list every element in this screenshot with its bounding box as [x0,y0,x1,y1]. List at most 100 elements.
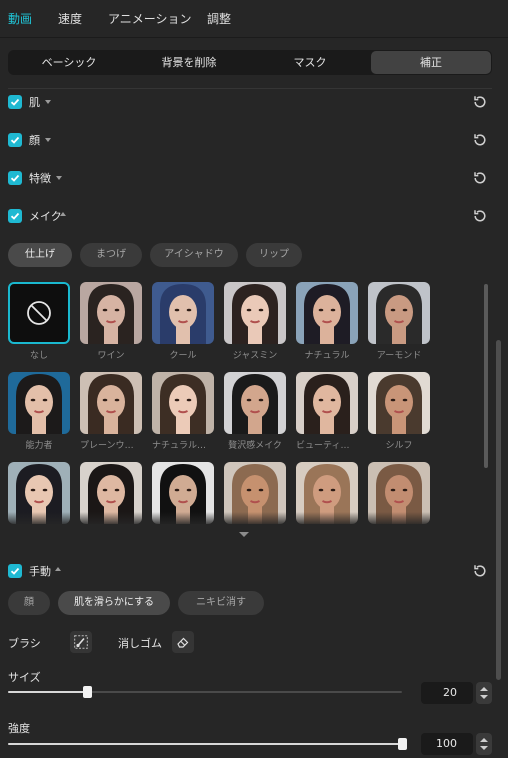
reset-icon[interactable] [472,94,488,110]
face-thumbnail-image [296,372,358,434]
check-icon [10,98,20,106]
reset-icon[interactable] [472,132,488,148]
brush-label: ブラシ [8,637,41,650]
strength-label: 強度 [8,722,30,735]
subtab-segmented-control: ベーシック 背景を削除 マスク 補正 [8,50,492,75]
makeup-tab-eyeshadow[interactable]: アイシャドウ [150,243,238,267]
preset-name-label: ナチュラルメ… [152,441,214,451]
face-thumbnail-image [80,372,142,434]
chevron-up-icon[interactable] [55,567,61,571]
preset-none-tile[interactable] [8,282,70,344]
manual-tab-smooth-skin[interactable]: 肌を滑らかにする [58,591,170,615]
size-stepper[interactable] [476,682,492,704]
subtab-mask[interactable]: マスク [250,51,370,74]
preset-thumbnail[interactable] [224,372,286,434]
tab-speed[interactable]: 速度 [58,10,82,27]
makeup-tab-eyelashes[interactable]: まつげ [80,243,142,267]
chevron-up-icon[interactable] [60,212,66,216]
manual-label: 手動 [29,565,51,578]
check-icon [10,212,20,220]
chevron-down-icon[interactable] [56,176,62,180]
preset-thumbnail[interactable] [224,282,286,344]
stepper-up-icon [480,738,488,742]
makeup-tab-lip[interactable]: リップ [246,243,302,267]
face-thumbnail-image [8,372,70,434]
reset-icon[interactable] [472,563,488,579]
prohibited-icon [27,301,51,325]
reset-icon[interactable] [472,208,488,224]
brush-icon [74,635,88,649]
preset-name-label: 贅沢感メイク [228,441,282,451]
size-slider-track[interactable] [8,691,402,693]
stepper-up-icon [480,687,488,691]
preset-name-label: アーモンド [376,351,422,361]
features-checkbox[interactable] [8,171,22,185]
preset-thumbnail[interactable] [368,372,430,434]
strength-slider-track[interactable] [8,743,402,745]
nav-divider [0,37,508,38]
preset-thumbnail[interactable] [296,372,358,434]
preset-thumbnail[interactable] [8,372,70,434]
skin-label: 肌 [29,96,40,109]
tab-adjust[interactable]: 調整 [207,10,231,27]
manual-checkbox[interactable] [8,564,22,578]
eraser-icon [177,637,189,648]
manual-tab-remove-acne[interactable]: ニキビ消す [178,591,264,615]
strength-slider-fill [8,743,402,745]
strength-stepper[interactable] [476,733,492,755]
face-thumbnail-image [296,282,358,344]
brush-button[interactable] [70,631,92,653]
eraser-button[interactable] [172,631,194,653]
reset-icon[interactable] [472,170,488,186]
size-slider-fill [8,691,87,693]
preset-name-label: ジャスミン [232,351,278,361]
strength-slider-thumb[interactable] [398,738,407,750]
chevron-down-icon[interactable] [45,138,51,142]
preset-name-label: 能力者 [25,441,53,451]
preset-scrollbar[interactable] [484,284,488,468]
tab-video[interactable]: 動画 [8,10,32,27]
size-slider-thumb[interactable] [82,686,92,698]
section-manual: 手動 [8,562,492,580]
face-thumbnail-image [152,282,214,344]
preset-name-label: プレーンウォ… [80,441,142,451]
manual-tab-face[interactable]: 顔 [8,591,50,615]
makeup-preset-grid: なし ワイン クール ジャスミン ナチュラル アーモンド 能力者 プレーンウォ… ナチュラルメ…… [8,282,438,526]
makeup-tab-finish[interactable]: 仕上げ [8,243,72,267]
preset-thumbnail[interactable] [152,372,214,434]
preset-thumbnail[interactable] [80,282,142,344]
makeup-label: メイク [29,210,62,223]
strength-input[interactable]: 100 [421,733,473,755]
stepper-down-icon [480,695,488,699]
face-thumbnail-image [224,282,286,344]
makeup-checkbox[interactable] [8,209,22,223]
skin-checkbox[interactable] [8,95,22,109]
section-makeup: メイク [8,207,492,225]
chevron-down-icon[interactable] [239,532,249,537]
face-thumbnail-image [368,282,430,344]
preset-thumbnail[interactable] [152,282,214,344]
divider [8,88,492,89]
subtab-retouch[interactable]: 補正 [371,51,491,74]
face-checkbox[interactable] [8,133,22,147]
stepper-down-icon [480,746,488,750]
size-input[interactable]: 20 [421,682,473,704]
tab-animation[interactable]: アニメーション [108,10,192,27]
preset-name-label: クール [169,351,197,361]
preset-name-label: ナチュラル [304,351,350,361]
panel-scrollbar[interactable] [496,340,501,680]
section-skin: 肌 [8,93,492,111]
face-thumbnail-image [152,372,214,434]
section-features: 特徴 [8,169,492,187]
section-face: 顔 [8,131,492,149]
chevron-down-icon[interactable] [45,100,51,104]
subtab-remove-background[interactable]: 背景を削除 [129,51,249,74]
check-icon [10,567,20,575]
check-icon [10,136,20,144]
size-label: サイズ [8,671,41,684]
subtab-basic[interactable]: ベーシック [10,51,128,74]
preset-thumbnail[interactable] [296,282,358,344]
preset-thumbnail[interactable] [368,282,430,344]
face-thumbnail-image [368,372,430,434]
preset-thumbnail[interactable] [80,372,142,434]
